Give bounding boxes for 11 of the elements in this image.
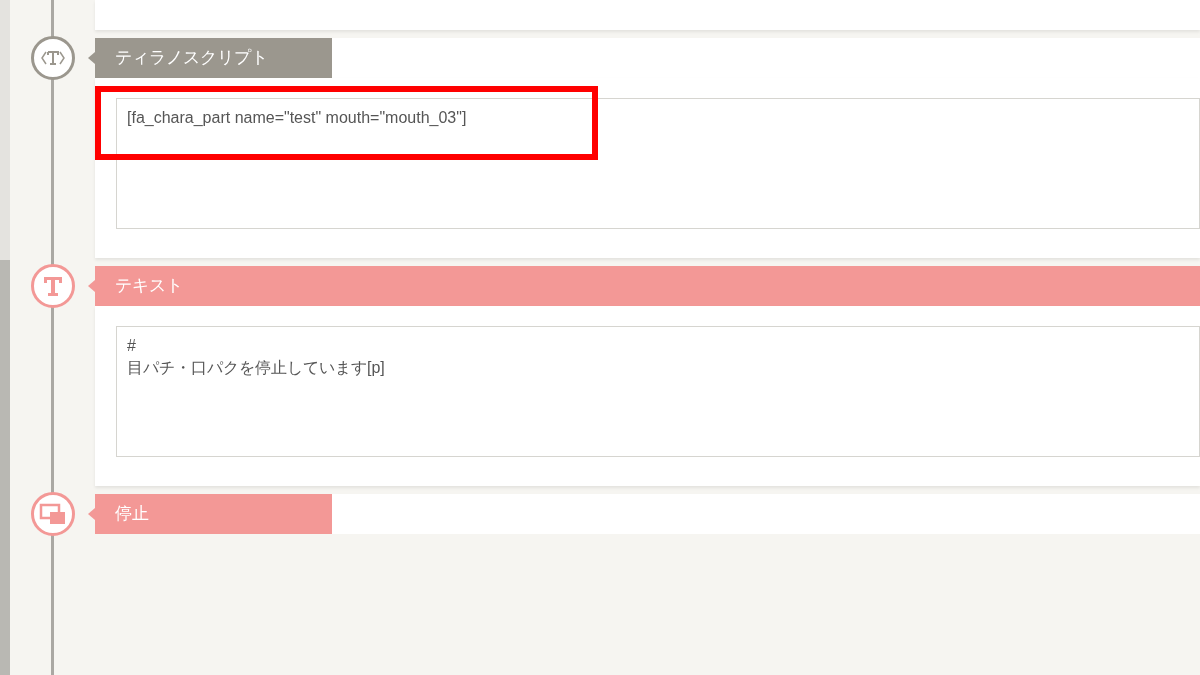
text-t-icon [30, 264, 75, 308]
windows-icon [30, 492, 75, 536]
block-label: テキスト [95, 266, 1200, 306]
code-field[interactable]: # 目パチ・口パクを停止しています[p] [116, 326, 1200, 457]
code-line: [fa_chara_part name="test" mouth="mouth_03"] [127, 108, 468, 128]
code-field[interactable]: [fa_chara_part name="test" mouth="mouth_03"] [116, 98, 1200, 229]
code-line: # [127, 336, 137, 356]
block-label: ティラノスクリプト [95, 38, 332, 78]
block-label: 停止 [95, 494, 332, 534]
script-tag-icon [30, 36, 75, 80]
code-line: 目パチ・口パクを停止しています[p] [127, 358, 386, 378]
